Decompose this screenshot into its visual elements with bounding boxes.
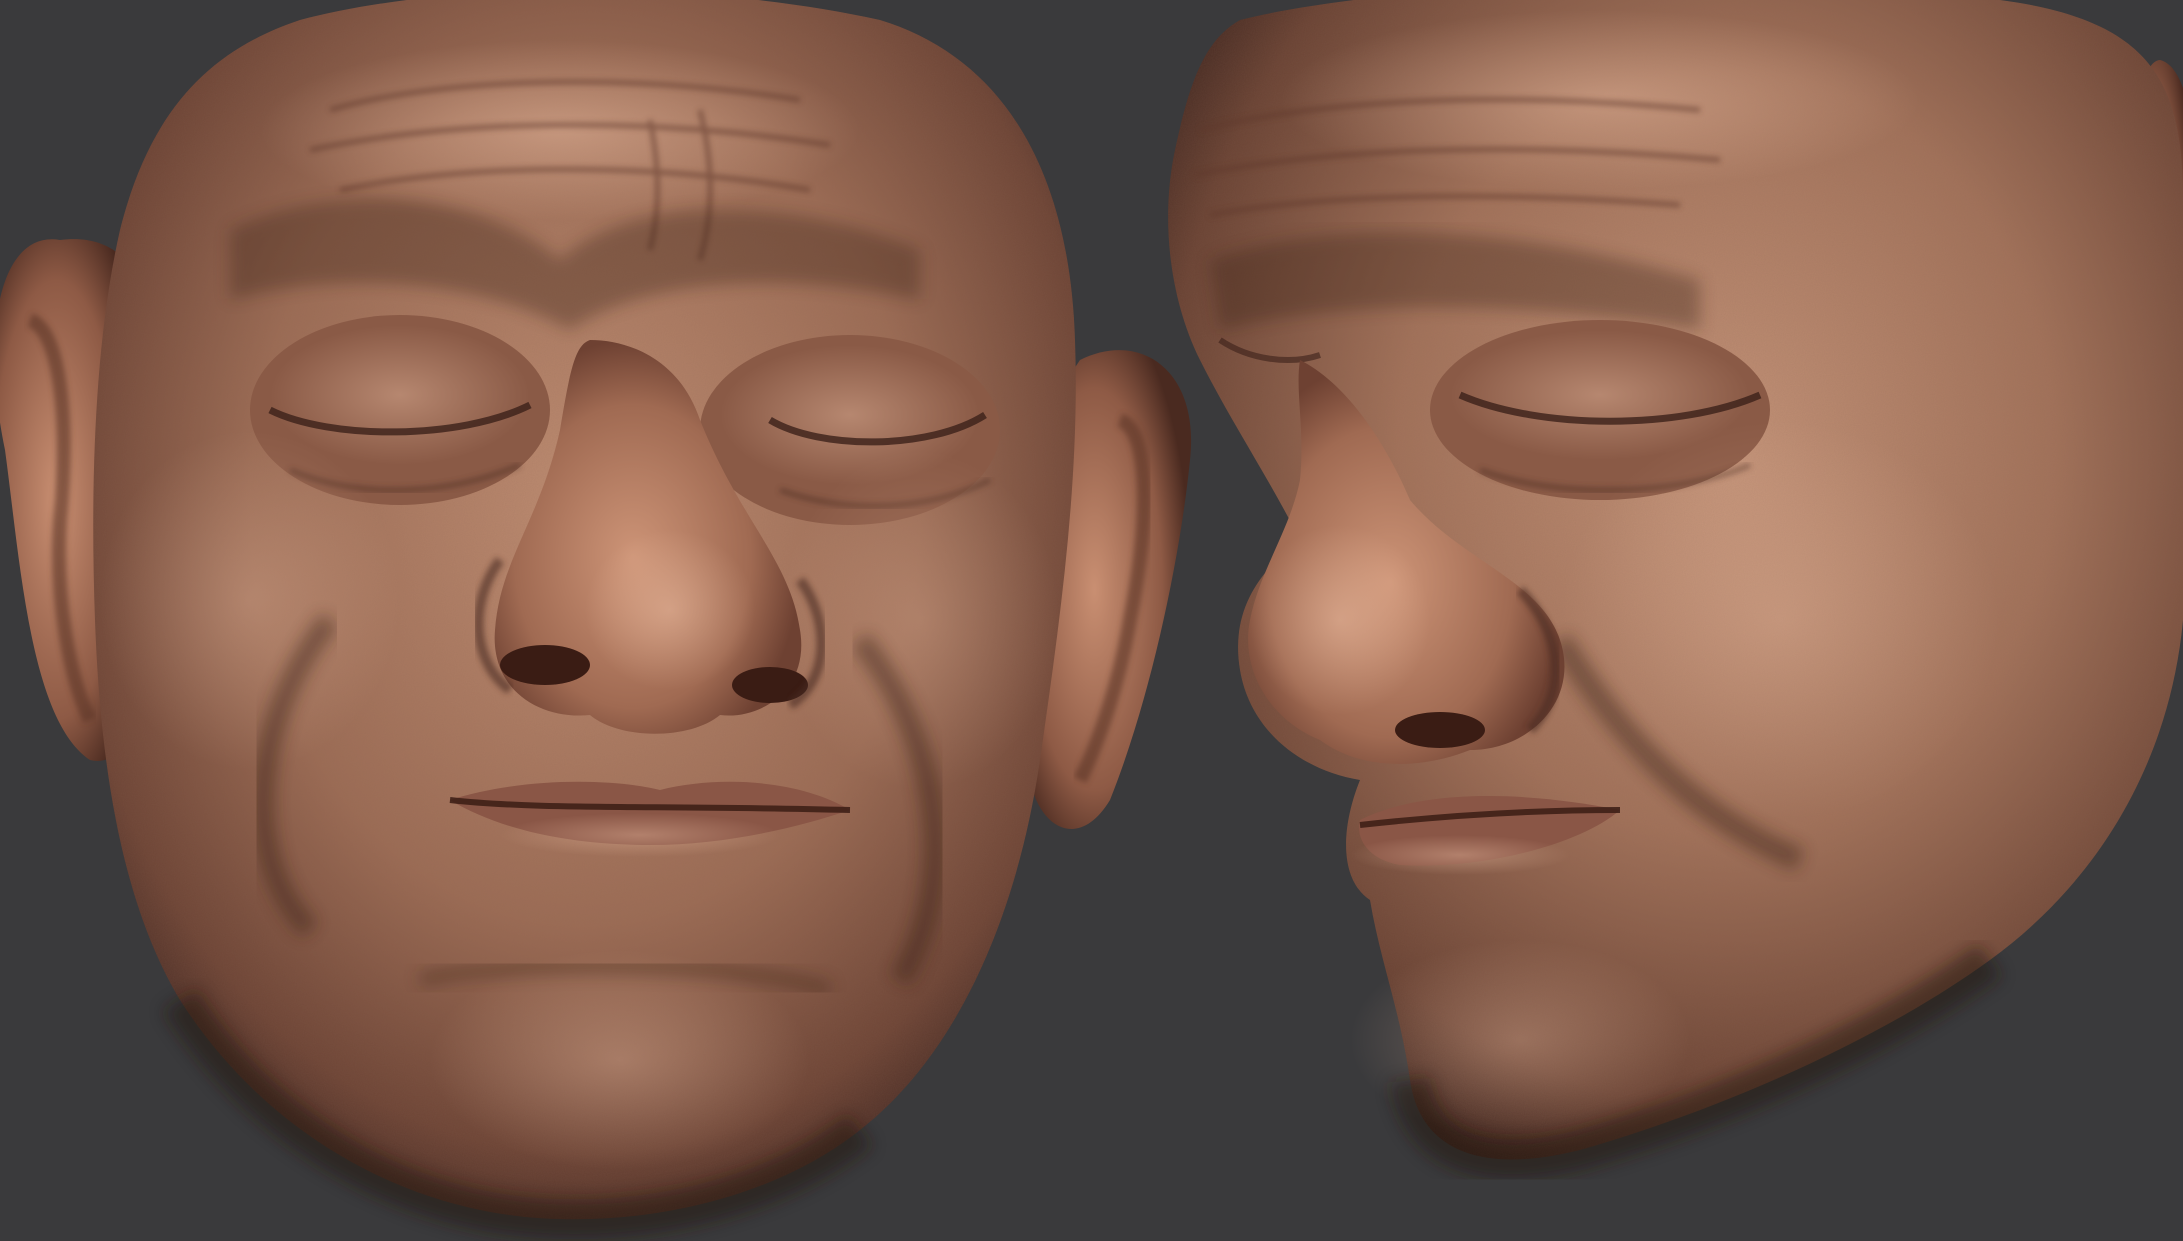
- front-head: [0, 0, 1192, 1240]
- three-quarter-head: [1168, 0, 2183, 1180]
- sculpt-render: [0, 0, 2183, 1240]
- left-nostril: [500, 645, 590, 685]
- render-viewport: [0, 0, 2183, 1241]
- chin: [430, 950, 810, 1170]
- side-nostril: [1395, 712, 1485, 748]
